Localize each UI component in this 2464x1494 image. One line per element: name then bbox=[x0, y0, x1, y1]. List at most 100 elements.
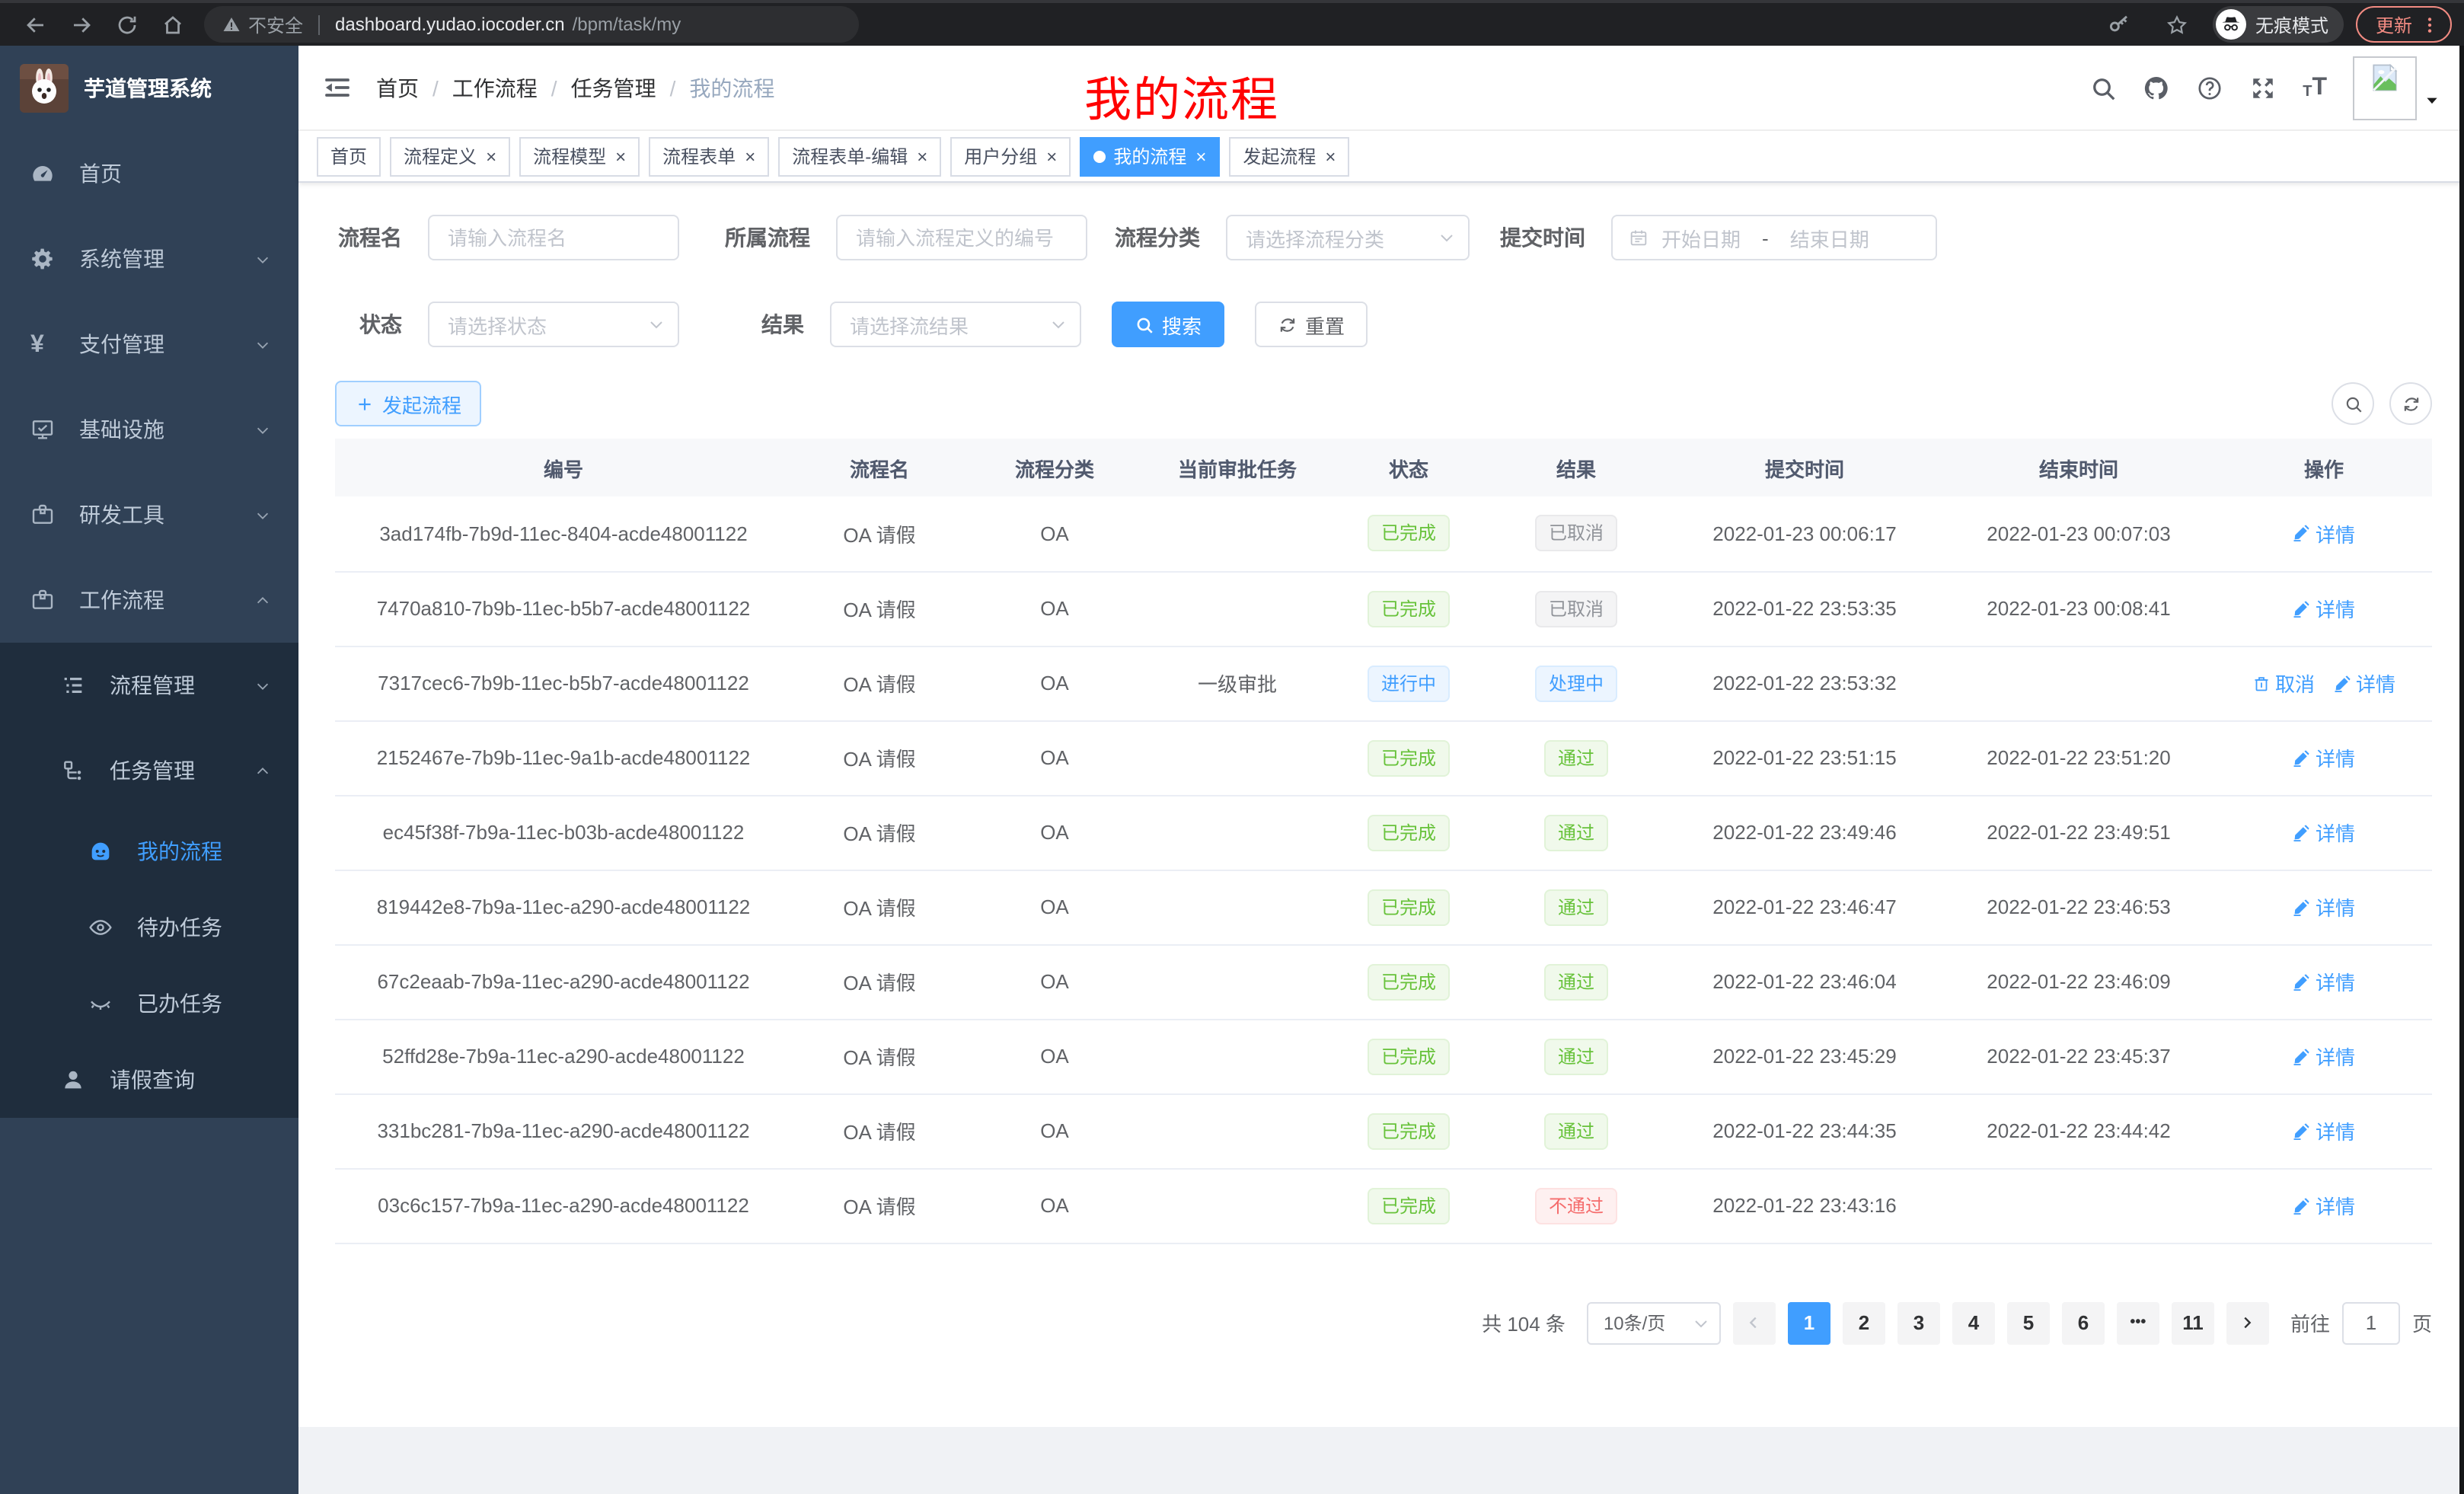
tab-1[interactable]: 流程定义× bbox=[390, 136, 510, 176]
menu-dots-icon[interactable] bbox=[2420, 14, 2440, 34]
app-logo[interactable]: 芋道管理系统 bbox=[0, 46, 298, 131]
tab-5[interactable]: 用户分组× bbox=[950, 136, 1071, 176]
tab-4[interactable]: 流程表单-编辑× bbox=[778, 136, 941, 176]
reset-button[interactable]: 重置 bbox=[1255, 302, 1368, 347]
cancel-action-link[interactable]: 取消 bbox=[2252, 669, 2315, 698]
close-icon[interactable]: × bbox=[1325, 147, 1336, 165]
sidebar-item-6[interactable]: 流程管理 bbox=[0, 643, 298, 728]
breadcrumb-item-1[interactable]: 工作流程 bbox=[452, 72, 538, 103]
page-button-3[interactable]: 3 bbox=[1897, 1301, 1940, 1344]
process-name-cell-text: OA 请假 bbox=[843, 822, 915, 845]
sidebar-item-10[interactable]: 已办任务 bbox=[0, 966, 298, 1042]
page-button-5[interactable]: 5 bbox=[2007, 1301, 2050, 1344]
detail-action-link[interactable]: 详情 bbox=[2293, 892, 2355, 921]
next-page-button[interactable] bbox=[2226, 1301, 2269, 1344]
close-icon[interactable]: × bbox=[1195, 147, 1206, 165]
status-select[interactable]: 请选择状态 bbox=[428, 302, 679, 347]
tab-6[interactable]: 我的流程× bbox=[1080, 136, 1220, 176]
process-id-cell: 2152467e-7b9b-11ec-9a1b-acde48001122 bbox=[335, 720, 792, 795]
sidebar-item-2[interactable]: ¥支付管理 bbox=[0, 302, 298, 387]
update-button[interactable]: 更新 bbox=[2356, 6, 2452, 43]
detail-action-link[interactable]: 详情 bbox=[2333, 669, 2395, 698]
browser-scrollbar[interactable] bbox=[2459, 46, 2464, 1494]
github-icon[interactable] bbox=[2143, 74, 2170, 101]
breadcrumb-item-0[interactable]: 首页 bbox=[376, 72, 419, 103]
current-task-cell bbox=[1142, 720, 1333, 795]
current-task-cell bbox=[1142, 1093, 1333, 1168]
detail-action-link[interactable]: 详情 bbox=[2293, 818, 2355, 847]
sidebar-item-4[interactable]: 研发工具 bbox=[0, 472, 298, 557]
sidebar-item-3[interactable]: 基础设施 bbox=[0, 387, 298, 472]
status-badge: 已完成 bbox=[1368, 1038, 1450, 1074]
process-id-cell-text: 7317cec6-7b9b-11ec-b5b7-acde48001122 bbox=[378, 672, 749, 694]
caret-down-icon[interactable] bbox=[2424, 92, 2440, 107]
result-select[interactable]: 请选择流结果 bbox=[830, 302, 1081, 347]
result-cell: 通过 bbox=[1485, 720, 1668, 795]
back-icon[interactable] bbox=[17, 6, 53, 43]
sidebar-item-1[interactable]: 系统管理 bbox=[0, 216, 298, 302]
sidebar-item-11[interactable]: 请假查询 bbox=[0, 1042, 298, 1118]
address-bar[interactable]: 不安全 dashboard.yudao.iocoder.cn/bpm/task/… bbox=[204, 6, 859, 43]
process-definition-input[interactable] bbox=[836, 215, 1087, 260]
page-button-2[interactable]: 2 bbox=[1843, 1301, 1885, 1344]
sidebar-item-0[interactable]: 首页 bbox=[0, 131, 298, 216]
search-icon[interactable] bbox=[2089, 74, 2117, 101]
close-icon[interactable]: × bbox=[1046, 147, 1057, 165]
bookmark-star-icon[interactable] bbox=[2159, 6, 2196, 43]
detail-action-link[interactable]: 详情 bbox=[2293, 594, 2355, 623]
avatar[interactable] bbox=[2353, 56, 2417, 120]
forward-icon[interactable] bbox=[62, 6, 99, 43]
font-size-icon[interactable]: TT bbox=[2303, 75, 2327, 100]
password-key-icon[interactable] bbox=[2102, 6, 2138, 43]
current-task-cell-text[interactable]: 一级审批 bbox=[1198, 673, 1277, 696]
category-cell-text: OA bbox=[1040, 821, 1069, 844]
actions-cell: 详情 bbox=[2216, 496, 2432, 571]
sidebar-item-7[interactable]: 任务管理 bbox=[0, 728, 298, 813]
close-icon[interactable]: × bbox=[745, 147, 755, 165]
sidebar-collapse-icon[interactable] bbox=[323, 73, 352, 102]
category-select[interactable]: 请选择流程分类 bbox=[1226, 215, 1470, 260]
goto-page-input[interactable] bbox=[2342, 1301, 2400, 1344]
page-button-6[interactable]: 6 bbox=[2062, 1301, 2105, 1344]
sidebar-item-5[interactable]: 工作流程 bbox=[0, 557, 298, 643]
process-id-cell-text: 3ad174fb-7b9d-11ec-8404-acde48001122 bbox=[379, 522, 747, 545]
tab-0[interactable]: 首页 bbox=[317, 136, 381, 176]
detail-action-link[interactable]: 详情 bbox=[2293, 1042, 2355, 1071]
home-icon[interactable] bbox=[154, 6, 190, 43]
search-button[interactable]: 搜索 bbox=[1112, 302, 1224, 347]
page-button-4[interactable]: 4 bbox=[1952, 1301, 1995, 1344]
submit-time-range[interactable]: 开始日期 - 结束日期 bbox=[1611, 215, 1937, 260]
tab-7[interactable]: 发起流程× bbox=[1229, 136, 1349, 176]
reload-icon[interactable] bbox=[108, 6, 145, 43]
page-size-select[interactable]: 10条/页 bbox=[1587, 1301, 1721, 1344]
help-icon[interactable] bbox=[2196, 74, 2223, 101]
submit-time-text: 2022-01-22 23:53:32 bbox=[1712, 672, 1896, 694]
close-icon[interactable]: × bbox=[615, 147, 626, 165]
submit-time-cell: 2022-01-22 23:53:35 bbox=[1668, 571, 1942, 646]
close-icon[interactable]: × bbox=[917, 147, 927, 165]
page-button-1[interactable]: 1 bbox=[1788, 1301, 1830, 1344]
status-cell: 已完成 bbox=[1333, 1019, 1485, 1093]
breadcrumb-item-2[interactable]: 任务管理 bbox=[571, 72, 656, 103]
detail-action-link[interactable]: 详情 bbox=[2293, 743, 2355, 772]
sidebar-item-label: 任务管理 bbox=[110, 755, 195, 786]
tab-2[interactable]: 流程模型× bbox=[519, 136, 640, 176]
detail-action-link[interactable]: 详情 bbox=[2293, 519, 2355, 548]
detail-label: 详情 bbox=[2316, 1191, 2355, 1220]
process-name-input[interactable] bbox=[428, 215, 679, 260]
prev-page-button[interactable] bbox=[1733, 1301, 1776, 1344]
trash-icon bbox=[2252, 674, 2271, 692]
tab-3[interactable]: 流程表单× bbox=[649, 136, 769, 176]
detail-action-link[interactable]: 详情 bbox=[2293, 1191, 2355, 1220]
refresh-table-button[interactable] bbox=[2389, 382, 2432, 425]
sidebar-item-9[interactable]: 待办任务 bbox=[0, 889, 298, 966]
fullscreen-icon[interactable] bbox=[2249, 74, 2277, 101]
close-icon[interactable]: × bbox=[486, 147, 496, 165]
detail-action-link[interactable]: 详情 bbox=[2293, 967, 2355, 996]
page-ellipsis[interactable]: ••• bbox=[2117, 1301, 2159, 1344]
show-search-button[interactable] bbox=[2332, 382, 2374, 425]
sidebar-item-8[interactable]: 我的流程 bbox=[0, 813, 298, 889]
detail-action-link[interactable]: 详情 bbox=[2293, 1116, 2355, 1145]
page-button-11[interactable]: 11 bbox=[2172, 1301, 2214, 1344]
create-process-button[interactable]: 发起流程 bbox=[335, 381, 481, 426]
